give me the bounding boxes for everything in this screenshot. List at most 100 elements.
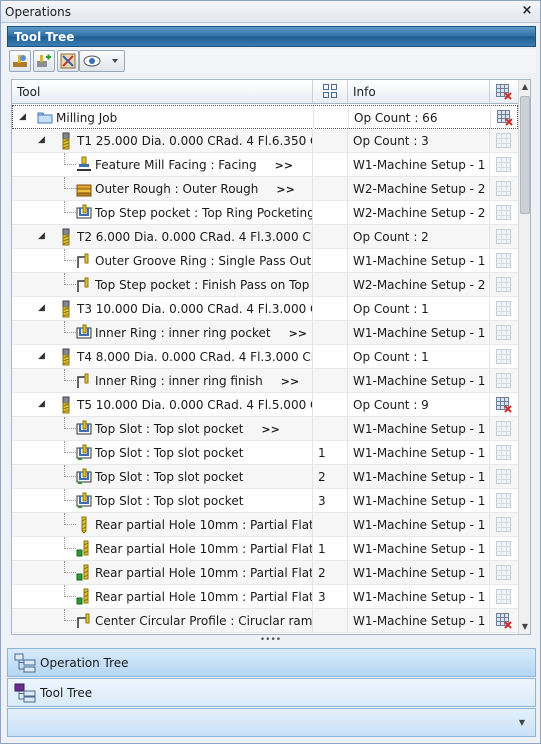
- tool-cell[interactable]: ◢ T3 10.000 Dia. 0.000 CRad. 4 Fl.3.000 C…: [12, 297, 313, 321]
- tree-row[interactable]: Center Circular Profile : Ciruclar rampi…: [12, 609, 518, 633]
- status-cell[interactable]: [490, 249, 518, 273]
- delete-grid-icon[interactable]: [496, 613, 512, 629]
- status-column-header[interactable]: [490, 80, 518, 103]
- tool-cell[interactable]: Center Circular Profile : Ciruclar rampi…: [12, 609, 313, 633]
- status-cell[interactable]: [490, 489, 518, 513]
- scroll-up-icon[interactable]: ▲: [519, 80, 530, 94]
- tree-row[interactable]: ◢ T5 10.000 Dia. 0.000 CRad. 4 Fl.5.000 C…: [12, 393, 518, 417]
- grid-icon[interactable]: [496, 517, 512, 533]
- status-cell[interactable]: [490, 537, 518, 561]
- tool-settings-button[interactable]: [57, 50, 79, 72]
- status-cell[interactable]: [490, 441, 518, 465]
- grid-icon[interactable]: [496, 349, 512, 365]
- grid-icon[interactable]: [496, 445, 512, 461]
- tool-cell[interactable]: Top Step pocket : Finish Pass on Top Rin: [12, 273, 313, 297]
- expand-collapse-icon[interactable]: ◢: [38, 135, 48, 145]
- status-cell[interactable]: [490, 585, 518, 609]
- status-cell[interactable]: [490, 201, 518, 225]
- tool-cell[interactable]: ◢ T5 10.000 Dia. 0.000 CRad. 4 Fl.5.000 C…: [12, 393, 313, 417]
- tree-row[interactable]: Rear partial Hole 10mm : Partial Flat Dr…: [12, 561, 518, 585]
- status-cell[interactable]: [490, 417, 518, 441]
- tool-cell[interactable]: Rear partial Hole 10mm : Partial Flat Dr…: [12, 561, 313, 585]
- tree-row[interactable]: Rear partial Hole 10mm : Partial Flat Dr…: [12, 513, 518, 537]
- status-cell[interactable]: [490, 297, 518, 321]
- tool-cell[interactable]: Feature Mill Facing : Facing >>: [12, 153, 313, 177]
- tool-cell[interactable]: ◢ Milling Job: [13, 106, 314, 130]
- tree-row[interactable]: ◢ T4 8.000 Dia. 0.000 CRad. 4 Fl.3.000 CL…: [12, 345, 518, 369]
- tool-cell[interactable]: Outer Groove Ring : Single Pass Outer G: [12, 249, 313, 273]
- tool-tree-nav-button[interactable]: Tool Tree: [7, 678, 536, 707]
- columns-chooser-button[interactable]: [313, 80, 348, 103]
- scroll-thumb[interactable]: [520, 96, 530, 214]
- tree-row[interactable]: Inner Ring : inner ring pocket >> W1-Machi…: [12, 321, 518, 345]
- status-cell[interactable]: [490, 513, 518, 537]
- tool-cell[interactable]: Top Slot : Top slot pocket >>: [12, 417, 313, 441]
- expand-collapse-icon[interactable]: ◢: [38, 303, 48, 313]
- tool-cell[interactable]: ◢ T1 25.000 Dia. 0.000 CRad. 4 Fl.6.350 C…: [12, 129, 313, 153]
- tool-cell[interactable]: Inner Ring : inner ring finish >>: [12, 369, 313, 393]
- grid-icon[interactable]: [496, 541, 512, 557]
- operation-tree-nav-button[interactable]: Operation Tree: [7, 648, 536, 677]
- scroll-down-icon[interactable]: ▼: [519, 620, 530, 634]
- tool-cell[interactable]: Inner Ring : inner ring pocket >>: [12, 321, 313, 345]
- status-cell[interactable]: [490, 177, 518, 201]
- add-tool-button[interactable]: [33, 50, 55, 72]
- tree-row[interactable]: Inner Ring : inner ring finish >> W1-Machi…: [12, 369, 518, 393]
- status-cell[interactable]: [490, 393, 518, 417]
- tree-row[interactable]: Feature Mill Facing : Facing >> W1-Machine…: [12, 153, 518, 177]
- grid-icon[interactable]: [496, 421, 512, 437]
- tree-row[interactable]: Top Step pocket : Top Ring Pocketing W2-M…: [12, 201, 518, 225]
- tool-cell[interactable]: ◢ T2 6.000 Dia. 0.000 CRad. 4 Fl.3.000 CL: [12, 225, 313, 249]
- tree-row[interactable]: ◢ T3 10.000 Dia. 0.000 CRad. 4 Fl.3.000 C…: [12, 297, 518, 321]
- tool-library-button[interactable]: [9, 50, 31, 72]
- status-cell[interactable]: [490, 369, 518, 393]
- vertical-scrollbar[interactable]: ▲ ▼: [518, 80, 530, 634]
- grid-icon[interactable]: [496, 253, 512, 269]
- grid-icon[interactable]: [496, 205, 512, 221]
- status-cell[interactable]: [490, 225, 518, 249]
- status-cell[interactable]: [490, 465, 518, 489]
- configure-buttons-icon[interactable]: ▼: [519, 718, 525, 727]
- grid-icon[interactable]: [496, 181, 512, 197]
- status-cell[interactable]: [491, 106, 519, 130]
- tree-row[interactable]: Top Slot : Top slot pocket >> W1-Machine S…: [12, 417, 518, 441]
- status-cell[interactable]: [490, 129, 518, 153]
- tool-cell[interactable]: Outer Rough : Outer Rough >>: [12, 177, 313, 201]
- tool-cell[interactable]: Rear partial Hole 10mm : Partial Flat Dr…: [12, 585, 313, 609]
- expand-collapse-icon[interactable]: ◢: [19, 112, 29, 122]
- expand-collapse-icon[interactable]: ◢: [38, 231, 48, 241]
- grid-icon[interactable]: [496, 469, 512, 485]
- expand-collapse-icon[interactable]: ◢: [38, 399, 48, 409]
- tree-row[interactable]: ◢ Milling Job Op Count : 66: [12, 105, 519, 130]
- grid-icon[interactable]: [496, 229, 512, 245]
- grid-icon[interactable]: [496, 301, 512, 317]
- tool-cell[interactable]: Top Slot : Top slot pocket: [12, 489, 313, 513]
- grid-icon[interactable]: [496, 589, 512, 605]
- status-cell[interactable]: [490, 153, 518, 177]
- status-cell[interactable]: [490, 609, 518, 633]
- tree-row[interactable]: Top Slot : Top slot pocket 2 W1-Machine Se…: [12, 465, 518, 489]
- tool-cell[interactable]: ◢ T4 8.000 Dia. 0.000 CRad. 4 Fl.3.000 CL: [12, 345, 313, 369]
- tree-row[interactable]: Rear partial Hole 10mm : Partial Flat Dr…: [12, 585, 518, 609]
- delete-grid-icon[interactable]: [496, 397, 512, 413]
- grid-icon[interactable]: [496, 565, 512, 581]
- tree-row[interactable]: Top Slot : Top slot pocket 3 W1-Machine Se…: [12, 489, 518, 513]
- tree-row[interactable]: Outer Groove Ring : Single Pass Outer G W…: [12, 249, 518, 273]
- tree-row[interactable]: ◢ T2 6.000 Dia. 0.000 CRad. 4 Fl.3.000 CL…: [12, 225, 518, 249]
- tool-cell[interactable]: Rear partial Hole 10mm : Partial Flat Dr…: [12, 537, 313, 561]
- tree-row[interactable]: Top Step pocket : Finish Pass on Top Rin…: [12, 273, 518, 297]
- status-cell[interactable]: [490, 321, 518, 345]
- splitter-handle[interactable]: ••••: [1, 636, 540, 645]
- view-options-dropdown[interactable]: [79, 50, 125, 72]
- grid-icon[interactable]: [496, 157, 512, 173]
- expand-collapse-icon[interactable]: ◢: [38, 351, 48, 361]
- close-icon[interactable]: ×: [520, 3, 534, 19]
- grid-icon[interactable]: [496, 325, 512, 341]
- grid-icon[interactable]: [496, 493, 512, 509]
- grid-icon[interactable]: [496, 373, 512, 389]
- tree-row[interactable]: Top Slot : Top slot pocket 1 W1-Machine Se…: [12, 441, 518, 465]
- tool-cell[interactable]: Top Step pocket : Top Ring Pocketing: [12, 201, 313, 225]
- tree-row[interactable]: ◢ T1 25.000 Dia. 0.000 CRad. 4 Fl.6.350 C…: [12, 129, 518, 153]
- tool-cell[interactable]: Rear partial Hole 10mm : Partial Flat Dr…: [12, 513, 313, 537]
- status-cell[interactable]: [490, 345, 518, 369]
